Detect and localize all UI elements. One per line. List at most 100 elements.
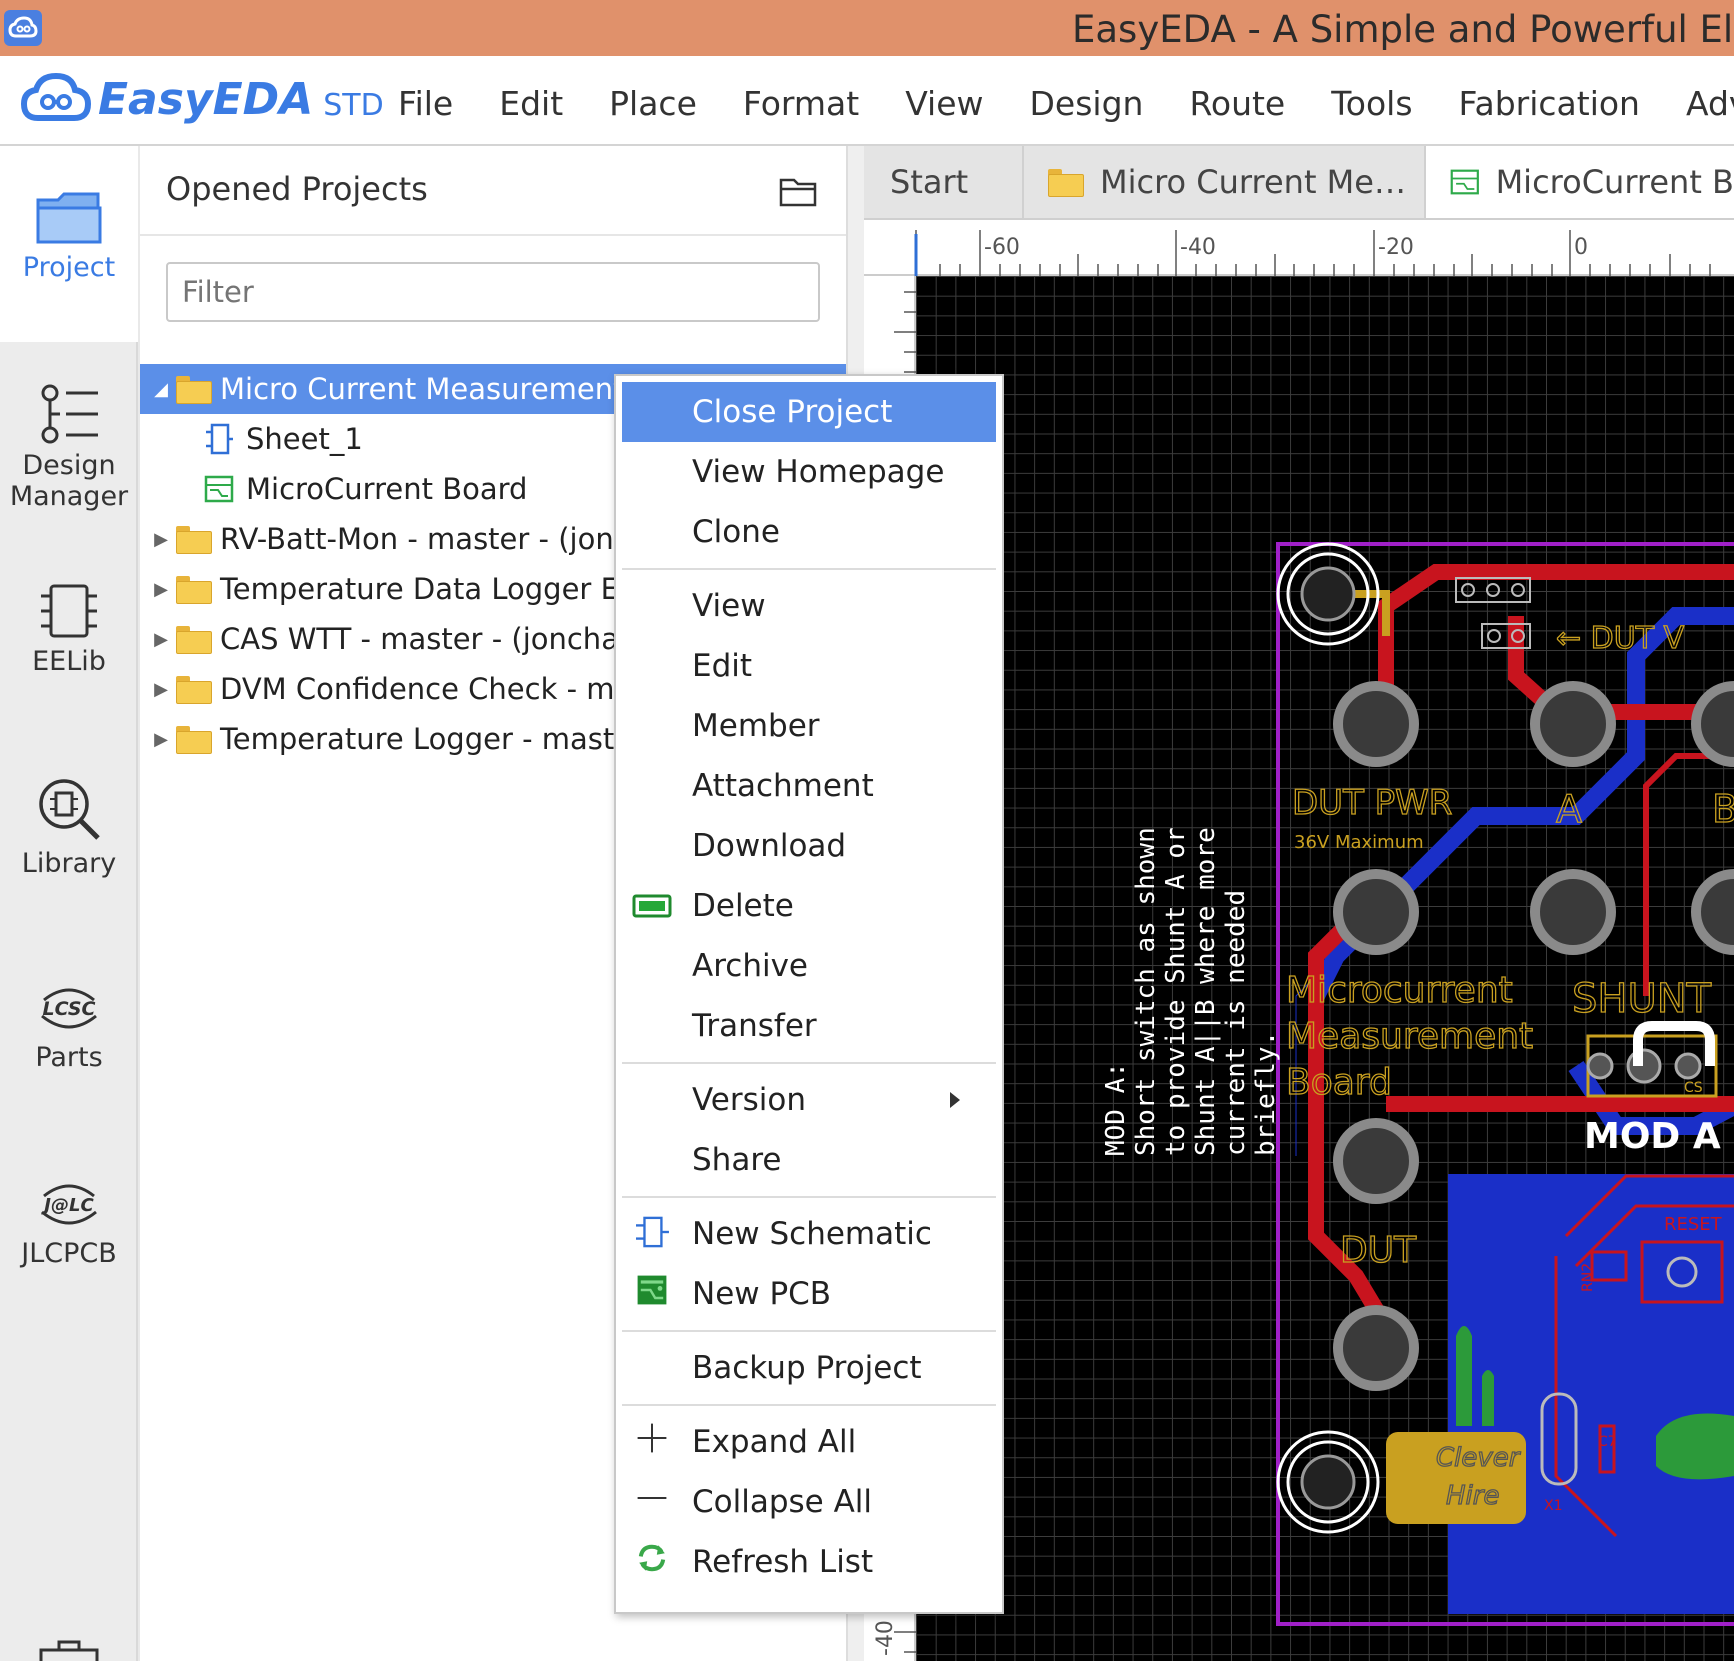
menu-item-label: Member [692, 708, 820, 744]
open-folder-icon[interactable] [778, 174, 818, 208]
silk-note: MOD A: Short switch as shown to provide … [1101, 827, 1281, 1156]
menu-item-version[interactable]: Version [622, 1070, 996, 1130]
menu-item-share[interactable]: Share [622, 1130, 996, 1190]
tree-item-label: Temperature Data Logger ES [220, 572, 638, 606]
menu-item-collapse-all[interactable]: Collapse All [622, 1472, 996, 1532]
library-search-icon [39, 779, 100, 840]
expand-triangle-icon[interactable]: ▶ [146, 629, 176, 650]
menu-item-label: View [692, 588, 766, 624]
menu-item-refresh-list[interactable]: Refresh List [622, 1532, 996, 1592]
folder-icon [176, 626, 212, 654]
menu-route[interactable]: Route [1189, 84, 1285, 123]
menu-item-archive[interactable]: Archive [622, 936, 996, 996]
tree-item-label: Micro Current Measurement - [220, 372, 645, 406]
menu-view[interactable]: View [905, 84, 983, 123]
menu-separator [622, 1062, 996, 1064]
tree-item-label: CAS WTT - master - (jonchar [220, 622, 631, 656]
logo-text: EasyEDA [98, 73, 314, 125]
project-context-menu: Close Project View Homepage Clone View E… [614, 374, 1004, 1614]
expand-triangle-icon[interactable]: ▶ [146, 729, 176, 750]
menu-item-transfer[interactable]: Transfer [622, 996, 996, 1056]
menu-item-backup-project[interactable]: Backup Project [622, 1338, 996, 1398]
menu-advanced[interactable]: Advan [1686, 84, 1734, 123]
menu-separator [622, 1330, 996, 1332]
menu-item-new-pcb[interactable]: New PCB [622, 1264, 996, 1324]
label-reset: RESET [1664, 1214, 1723, 1235]
menu-item-label: Version [692, 1082, 806, 1118]
menu-item-label: Attachment [692, 768, 874, 804]
sidebar-item-design-manager[interactable]: Design Manager [0, 384, 138, 512]
expand-triangle-icon[interactable]: ▶ [146, 579, 176, 600]
delete-icon [632, 894, 672, 918]
menu-design[interactable]: Design [1030, 84, 1144, 123]
sidebar-item-parts[interactable]: LCSC Parts [0, 982, 138, 1073]
sidebar-item-jlcpcb[interactable]: J@LC JLCPCB [0, 1178, 138, 1269]
menu-item-label: Collapse All [692, 1484, 873, 1520]
menu-item-label: Backup Project [692, 1350, 922, 1386]
collapse-triangle-icon[interactable]: ◢ [146, 379, 176, 400]
tab-project[interactable]: Micro Current Me… [1024, 146, 1426, 218]
filter-input[interactable] [166, 262, 820, 322]
logo-edition: STD [323, 87, 384, 123]
sidebar-item-label: Library [21, 848, 117, 879]
pcb-icon [637, 1275, 667, 1305]
menu-item-new-schematic[interactable]: New Schematic [622, 1204, 996, 1264]
expand-triangle-icon[interactable]: ▶ [146, 529, 176, 550]
label-b: B [1712, 787, 1734, 831]
menu-item-view[interactable]: View [622, 576, 996, 636]
sidebar-item-label: Parts [35, 1042, 103, 1073]
folder-icon [1048, 169, 1084, 197]
window-title: EasyEDA - A Simple and Powerful Electr [1072, 8, 1734, 51]
tab-board[interactable]: MicroCurrent B [1426, 146, 1734, 218]
menu-item-close-project[interactable]: Close Project [622, 382, 996, 442]
menu-item-download[interactable]: Download [622, 816, 996, 876]
tab-start[interactable]: Start [864, 146, 1024, 218]
tab-label: Start [890, 163, 969, 201]
menu-item-label: Refresh List [692, 1544, 874, 1580]
sidebar-item-label: Project [22, 252, 116, 283]
menu-place[interactable]: Place [609, 84, 697, 123]
menu-file[interactable]: File [398, 84, 453, 123]
label-mod-a: MOD A [1584, 1116, 1721, 1157]
sidebar-item-project[interactable]: Project [0, 190, 138, 283]
menu-item-clone[interactable]: Clone [622, 502, 996, 562]
menu-format[interactable]: Format [743, 84, 859, 123]
label-board-name: Measurement [1286, 1016, 1533, 1057]
sidebar-item-eelib[interactable]: EELib [0, 582, 138, 677]
sidebar-item-more[interactable] [0, 1640, 138, 1661]
menu-item-expand-all[interactable]: Expand All [622, 1412, 996, 1472]
menu-item-edit[interactable]: Edit [622, 636, 996, 696]
menu-fabrication[interactable]: Fabrication [1459, 84, 1640, 123]
design-manager-icon [41, 384, 98, 444]
tree-item-label: DVM Confidence Check - ma [220, 672, 633, 706]
menu-item-delete[interactable]: Delete [622, 876, 996, 936]
menu-item-view-homepage[interactable]: View Homepage [622, 442, 996, 502]
menu-item-member[interactable]: Member [622, 696, 996, 756]
menu-item-label: Download [692, 828, 847, 864]
toolbox-icon [39, 1640, 99, 1661]
sidebar-item-library[interactable]: Library [0, 776, 138, 879]
label-x1: X1 [1544, 1498, 1563, 1514]
schematic-icon [206, 423, 233, 455]
menu-item-label: Edit [692, 648, 753, 684]
tab-label: MicroCurrent B [1495, 163, 1734, 201]
menu-tools[interactable]: Tools [1331, 84, 1412, 123]
ruler-label: -60 [984, 235, 1020, 260]
jlc-logo-text: J@LC [41, 1195, 94, 1216]
pcb-canvas[interactable]: MOD A: Short switch as shown to provide … [916, 276, 1734, 1661]
pcb-icon [204, 475, 234, 503]
tree-item-label: Sheet_1 [246, 422, 363, 456]
schematic-icon [636, 1216, 669, 1248]
menu-item-attachment[interactable]: Attachment [622, 756, 996, 816]
easyeda-cloud-icon [20, 72, 92, 121]
label-cs: CS [1684, 1080, 1703, 1096]
label-dut-v: ← DUT V [1556, 621, 1685, 656]
pcb-drawing: MOD A: Short switch as shown to provide … [1101, 542, 1734, 1626]
panel-header: Opened Projects [140, 146, 846, 236]
ruler-label: -20 [1378, 235, 1414, 260]
expand-triangle-icon[interactable]: ▶ [146, 679, 176, 700]
ruler-label: -40 [1180, 235, 1216, 260]
label-c7: C7 [1598, 1434, 1617, 1450]
menu-item-label: Delete [692, 888, 794, 924]
menu-edit[interactable]: Edit [499, 84, 563, 123]
